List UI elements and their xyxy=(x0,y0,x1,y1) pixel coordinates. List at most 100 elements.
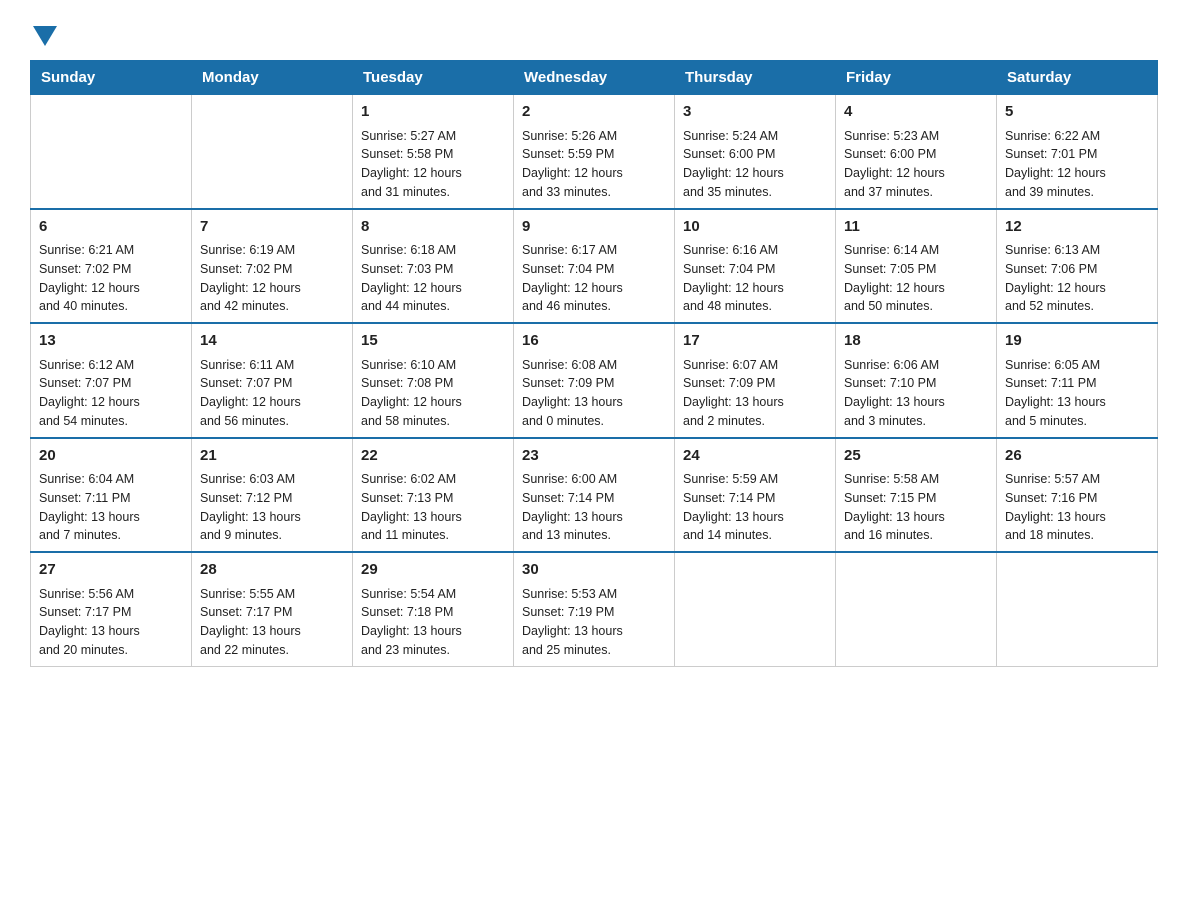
calendar-cell xyxy=(675,552,836,666)
day-info: Sunrise: 6:21 AM Sunset: 7:02 PM Dayligh… xyxy=(39,241,183,316)
day-info: Sunrise: 6:06 AM Sunset: 7:10 PM Dayligh… xyxy=(844,356,988,431)
day-number: 27 xyxy=(39,559,183,582)
weekday-header-saturday: Saturday xyxy=(997,61,1158,95)
day-number: 1 xyxy=(361,101,505,124)
logo xyxy=(30,20,57,42)
calendar-cell: 14 Sunrise: 6:11 AM Sunset: 7:07 PM Dayli… xyxy=(192,323,353,438)
calendar-cell: 13 Sunrise: 6:12 AM Sunset: 7:07 PM Dayli… xyxy=(31,323,192,438)
day-number: 24 xyxy=(683,445,827,468)
day-number: 20 xyxy=(39,445,183,468)
day-info: Sunrise: 5:55 AM Sunset: 7:17 PM Dayligh… xyxy=(200,585,344,660)
day-number: 25 xyxy=(844,445,988,468)
day-info: Sunrise: 5:27 AM Sunset: 5:58 PM Dayligh… xyxy=(361,127,505,202)
day-number: 2 xyxy=(522,101,666,124)
day-info: Sunrise: 5:26 AM Sunset: 5:59 PM Dayligh… xyxy=(522,127,666,202)
day-info: Sunrise: 6:22 AM Sunset: 7:01 PM Dayligh… xyxy=(1005,127,1149,202)
day-info: Sunrise: 6:17 AM Sunset: 7:04 PM Dayligh… xyxy=(522,241,666,316)
calendar-header-row: SundayMondayTuesdayWednesdayThursdayFrid… xyxy=(31,61,1158,95)
day-info: Sunrise: 6:13 AM Sunset: 7:06 PM Dayligh… xyxy=(1005,241,1149,316)
calendar-cell xyxy=(997,552,1158,666)
day-number: 17 xyxy=(683,330,827,353)
day-number: 5 xyxy=(1005,101,1149,124)
day-number: 23 xyxy=(522,445,666,468)
calendar-cell: 15 Sunrise: 6:10 AM Sunset: 7:08 PM Dayli… xyxy=(353,323,514,438)
calendar-cell xyxy=(836,552,997,666)
calendar-cell: 23Sunrise: 6:00 AM Sunset: 7:14 PM Dayli… xyxy=(514,438,675,553)
calendar-cell: 17 Sunrise: 6:07 AM Sunset: 7:09 PM Dayli… xyxy=(675,323,836,438)
calendar-cell xyxy=(31,95,192,209)
calendar-cell: 24Sunrise: 5:59 AM Sunset: 7:14 PM Dayli… xyxy=(675,438,836,553)
calendar-cell: 2 Sunrise: 5:26 AM Sunset: 5:59 PM Daylig… xyxy=(514,95,675,209)
calendar-week-row: 20Sunrise: 6:04 AM Sunset: 7:11 PM Dayli… xyxy=(31,438,1158,553)
day-number: 11 xyxy=(844,216,988,239)
calendar-cell: 29Sunrise: 5:54 AM Sunset: 7:18 PM Dayli… xyxy=(353,552,514,666)
day-number: 14 xyxy=(200,330,344,353)
calendar-cell: 22Sunrise: 6:02 AM Sunset: 7:13 PM Dayli… xyxy=(353,438,514,553)
day-number: 7 xyxy=(200,216,344,239)
day-number: 15 xyxy=(361,330,505,353)
calendar-cell: 25Sunrise: 5:58 AM Sunset: 7:15 PM Dayli… xyxy=(836,438,997,553)
day-number: 4 xyxy=(844,101,988,124)
day-number: 26 xyxy=(1005,445,1149,468)
calendar-cell: 10Sunrise: 6:16 AM Sunset: 7:04 PM Dayli… xyxy=(675,209,836,324)
calendar-cell: 28Sunrise: 5:55 AM Sunset: 7:17 PM Dayli… xyxy=(192,552,353,666)
calendar-cell: 16 Sunrise: 6:08 AM Sunset: 7:09 PM Dayli… xyxy=(514,323,675,438)
calendar-cell: 3Sunrise: 5:24 AM Sunset: 6:00 PM Daylig… xyxy=(675,95,836,209)
day-number: 22 xyxy=(361,445,505,468)
day-number: 18 xyxy=(844,330,988,353)
day-info: Sunrise: 6:02 AM Sunset: 7:13 PM Dayligh… xyxy=(361,470,505,545)
day-number: 16 xyxy=(522,330,666,353)
calendar-week-row: 13 Sunrise: 6:12 AM Sunset: 7:07 PM Dayli… xyxy=(31,323,1158,438)
day-number: 10 xyxy=(683,216,827,239)
calendar-cell: 6Sunrise: 6:21 AM Sunset: 7:02 PM Daylig… xyxy=(31,209,192,324)
calendar-week-row: 6Sunrise: 6:21 AM Sunset: 7:02 PM Daylig… xyxy=(31,209,1158,324)
logo-triangle-icon xyxy=(33,26,57,46)
day-info: Sunrise: 6:04 AM Sunset: 7:11 PM Dayligh… xyxy=(39,470,183,545)
calendar-cell: 19 Sunrise: 6:05 AM Sunset: 7:11 PM Dayli… xyxy=(997,323,1158,438)
weekday-header-friday: Friday xyxy=(836,61,997,95)
calendar-cell xyxy=(192,95,353,209)
calendar-cell: 30 Sunrise: 5:53 AM Sunset: 7:19 PM Dayli… xyxy=(514,552,675,666)
calendar-cell: 12Sunrise: 6:13 AM Sunset: 7:06 PM Dayli… xyxy=(997,209,1158,324)
calendar-cell: 11Sunrise: 6:14 AM Sunset: 7:05 PM Dayli… xyxy=(836,209,997,324)
day-info: Sunrise: 6:07 AM Sunset: 7:09 PM Dayligh… xyxy=(683,356,827,431)
day-info: Sunrise: 6:19 AM Sunset: 7:02 PM Dayligh… xyxy=(200,241,344,316)
day-number: 19 xyxy=(1005,330,1149,353)
day-number: 12 xyxy=(1005,216,1149,239)
weekday-header-thursday: Thursday xyxy=(675,61,836,95)
day-info: Sunrise: 6:12 AM Sunset: 7:07 PM Dayligh… xyxy=(39,356,183,431)
day-info: Sunrise: 6:16 AM Sunset: 7:04 PM Dayligh… xyxy=(683,241,827,316)
calendar-cell: 26Sunrise: 5:57 AM Sunset: 7:16 PM Dayli… xyxy=(997,438,1158,553)
day-number: 8 xyxy=(361,216,505,239)
calendar-cell: 4Sunrise: 5:23 AM Sunset: 6:00 PM Daylig… xyxy=(836,95,997,209)
day-number: 21 xyxy=(200,445,344,468)
day-number: 30 xyxy=(522,559,666,582)
calendar-week-row: 27 Sunrise: 5:56 AM Sunset: 7:17 PM Dayli… xyxy=(31,552,1158,666)
day-info: Sunrise: 6:05 AM Sunset: 7:11 PM Dayligh… xyxy=(1005,356,1149,431)
day-info: Sunrise: 5:56 AM Sunset: 7:17 PM Dayligh… xyxy=(39,585,183,660)
day-info: Sunrise: 5:53 AM Sunset: 7:19 PM Dayligh… xyxy=(522,585,666,660)
day-info: Sunrise: 5:57 AM Sunset: 7:16 PM Dayligh… xyxy=(1005,470,1149,545)
day-info: Sunrise: 6:18 AM Sunset: 7:03 PM Dayligh… xyxy=(361,241,505,316)
weekday-header-tuesday: Tuesday xyxy=(353,61,514,95)
calendar-cell: 18 Sunrise: 6:06 AM Sunset: 7:10 PM Dayli… xyxy=(836,323,997,438)
day-number: 6 xyxy=(39,216,183,239)
day-info: Sunrise: 6:00 AM Sunset: 7:14 PM Dayligh… xyxy=(522,470,666,545)
weekday-header-sunday: Sunday xyxy=(31,61,192,95)
day-info: Sunrise: 6:10 AM Sunset: 7:08 PM Dayligh… xyxy=(361,356,505,431)
calendar-cell: 27 Sunrise: 5:56 AM Sunset: 7:17 PM Dayli… xyxy=(31,552,192,666)
day-info: Sunrise: 5:24 AM Sunset: 6:00 PM Dayligh… xyxy=(683,127,827,202)
calendar-cell: 9Sunrise: 6:17 AM Sunset: 7:04 PM Daylig… xyxy=(514,209,675,324)
calendar-week-row: 1 Sunrise: 5:27 AM Sunset: 5:58 PM Daylig… xyxy=(31,95,1158,209)
day-info: Sunrise: 5:59 AM Sunset: 7:14 PM Dayligh… xyxy=(683,470,827,545)
calendar-cell: 5 Sunrise: 6:22 AM Sunset: 7:01 PM Daylig… xyxy=(997,95,1158,209)
day-number: 13 xyxy=(39,330,183,353)
day-info: Sunrise: 6:08 AM Sunset: 7:09 PM Dayligh… xyxy=(522,356,666,431)
day-info: Sunrise: 6:11 AM Sunset: 7:07 PM Dayligh… xyxy=(200,356,344,431)
weekday-header-monday: Monday xyxy=(192,61,353,95)
day-info: Sunrise: 5:54 AM Sunset: 7:18 PM Dayligh… xyxy=(361,585,505,660)
calendar-cell: 20Sunrise: 6:04 AM Sunset: 7:11 PM Dayli… xyxy=(31,438,192,553)
calendar-cell: 7Sunrise: 6:19 AM Sunset: 7:02 PM Daylig… xyxy=(192,209,353,324)
calendar-cell: 8Sunrise: 6:18 AM Sunset: 7:03 PM Daylig… xyxy=(353,209,514,324)
page-header xyxy=(30,20,1158,42)
